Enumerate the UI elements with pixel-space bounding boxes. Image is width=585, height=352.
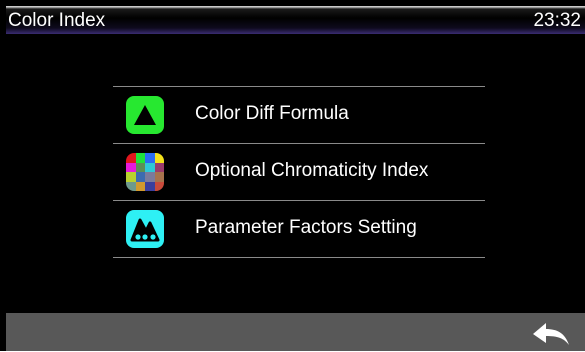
menu-item-label: Color Diff Formula [195,103,349,124]
mosaic-cell [154,172,164,182]
mosaic-cell [126,172,136,182]
bottom-bar [6,313,585,351]
mosaic-cell [126,162,136,172]
mosaic-cell [154,162,164,172]
menu-item-label: Parameter Factors Setting [195,217,417,238]
menu-item-optional-chromaticity-index[interactable]: Optional Chromaticity Index [113,144,485,200]
clock: 23:32 [533,10,581,31]
mosaic-cell [154,181,164,191]
color-mosaic-icon [126,153,164,191]
mosaic-cell [135,153,145,163]
back-arrow-icon[interactable] [531,321,571,347]
mosaic-cell [135,162,145,172]
parameter-factors-icon [126,210,164,248]
device-screen: Color Index 23:32 Color Diff Formula Opt… [0,0,585,351]
page-title: Color Index [8,10,106,31]
menu-divider [113,257,485,258]
mosaic-cell [154,153,164,163]
mosaic-cell [135,172,145,182]
mosaic-cell [145,153,155,163]
mosaic-cell [145,172,155,182]
mosaic-cell [135,181,145,191]
triangle-icon [126,96,164,134]
mosaic-cell [126,153,136,163]
title-bar: Color Index 23:32 [6,6,585,34]
mosaic-cell [145,181,155,191]
menu-item-parameter-factors-setting[interactable]: Parameter Factors Setting [113,201,485,257]
mosaic-cell [145,162,155,172]
menu-item-label: Optional Chromaticity Index [195,160,429,181]
mosaic-cell [126,181,136,191]
menu-item-color-diff-formula[interactable]: Color Diff Formula [113,87,485,143]
